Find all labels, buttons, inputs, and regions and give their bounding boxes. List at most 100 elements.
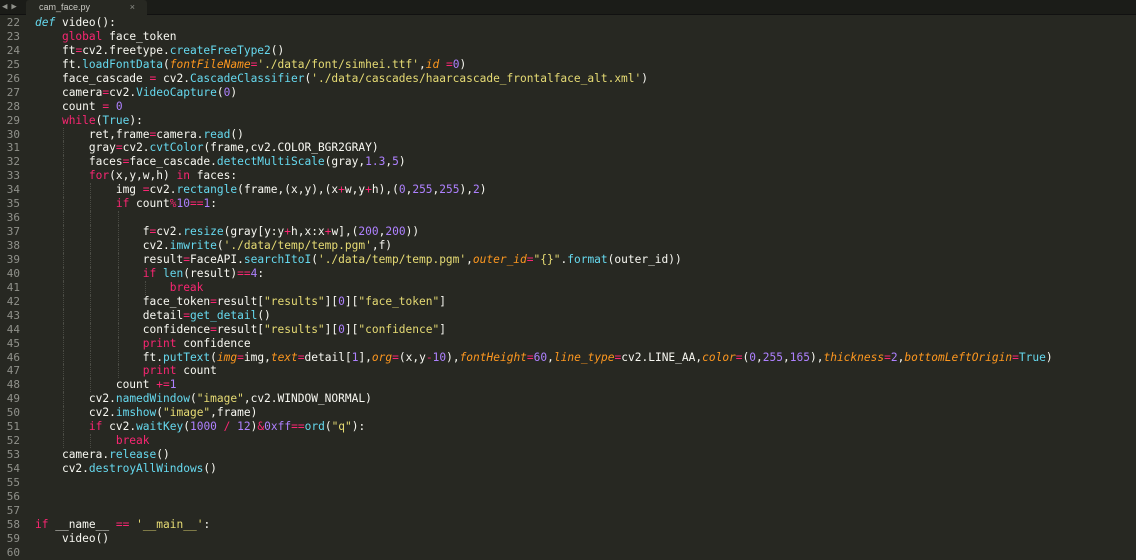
code-token: = — [526, 252, 534, 266]
code-line[interactable]: 52 break — [0, 434, 1136, 449]
code-token: ( — [210, 350, 217, 364]
tab-bar: ◀ ▶ cam_face.py × — [0, 0, 1136, 15]
code-token: "confidence" — [358, 322, 440, 336]
code-line[interactable]: 58 if __name__ == '__main__': — [0, 518, 1136, 532]
code-line[interactable]: 40 if len(result)==4: — [0, 266, 1136, 281]
code-line[interactable]: 60 — [0, 546, 1136, 560]
indent-guide — [117, 252, 119, 267]
code-token: (): — [95, 16, 116, 29]
code-line[interactable]: 46 ft.putText(img=img,text=detail[1],org… — [0, 350, 1136, 365]
code-token: ][ — [344, 322, 359, 336]
code-token: 0 — [115, 99, 123, 113]
code-token: org — [371, 350, 393, 364]
indent-guide — [62, 294, 64, 309]
code-line[interactable]: 50 cv2.imshow("image",frame) — [0, 406, 1136, 421]
code-line[interactable]: 42 face_token=result["results"][0]["face… — [0, 294, 1136, 309]
code-line[interactable]: 54 cv2.destroyAllWindows() — [0, 462, 1136, 476]
line-number: 26 — [6, 71, 20, 85]
code-line[interactable]: 49 cv2.namedWindow("image",cv2.WINDOW_NO… — [0, 392, 1136, 407]
code-token: (x,y — [398, 350, 426, 364]
code-line[interactable]: 29 while(True): — [0, 114, 1136, 128]
code-line[interactable]: 25 ft.loadFontData(fontFileName = './data/… — [0, 58, 1136, 72]
code-line[interactable]: 39 result=FaceAPI.searchItoI('./data/tem… — [0, 252, 1136, 267]
code-token: fontFileName — [169, 57, 251, 71]
code-line[interactable]: 47 print count — [0, 364, 1136, 379]
code-line[interactable]: 51 if cv2.waitKey(1000 / 12)&0xff==ord("… — [0, 420, 1136, 435]
code-line[interactable]: 43 detail=get_detail() — [0, 308, 1136, 323]
code-line[interactable]: 41 break — [0, 280, 1136, 295]
code-token: ( — [216, 85, 224, 99]
code-text: break — [35, 434, 150, 448]
chevron-right-icon[interactable]: ▶ — [11, 0, 16, 14]
code-token: cv2. — [149, 183, 177, 197]
code-line[interactable]: 23 global face_token — [0, 30, 1136, 44]
code-token: if — [115, 197, 130, 211]
code-token: release — [109, 448, 157, 462]
code-line[interactable]: 30 ret,frame=camera.read() — [0, 127, 1136, 142]
indent-guide — [62, 197, 64, 212]
code-line[interactable]: 33 for(x,y,w,h) in faces: — [0, 169, 1136, 184]
indent-guide — [62, 225, 64, 239]
code-token: camera. — [156, 127, 204, 141]
code-editor[interactable]: 22 def video(): 23 global face_token 24 ft=… — [0, 16, 1136, 560]
code-line[interactable]: 38 cv2.imwrite('./data/temp/temp.pgm',f) — [0, 239, 1136, 253]
code-line[interactable]: 26 face_cascade = cv2.CascadeClassifier(… — [0, 72, 1136, 86]
code-line[interactable]: 37 f=cv2.resize(gray[y:y+h,x:x+w],(200,2… — [0, 225, 1136, 239]
code-line[interactable]: 28 count = 0 — [0, 100, 1136, 114]
code-line[interactable]: 44 confidence=result["results"][0]["conf… — [0, 322, 1136, 337]
code-token: "face_token" — [358, 294, 440, 308]
chevron-left-icon[interactable]: ◀ — [2, 0, 7, 14]
tab-navigation: ◀ ▶ — [2, 0, 17, 14]
indent-guide — [117, 280, 119, 295]
indent-guide — [62, 127, 64, 142]
code-line[interactable]: 35 if count%10==1: — [0, 197, 1136, 212]
code-line[interactable]: 32 faces=face_cascade.detectMultiScale(g… — [0, 155, 1136, 170]
code-token: cv2. — [88, 406, 116, 420]
code-token: 255 — [439, 183, 460, 197]
code-token: , — [547, 350, 554, 364]
code-line[interactable]: 57 — [0, 504, 1136, 518]
code-token: ,f) — [371, 239, 393, 252]
close-icon[interactable]: × — [130, 2, 135, 12]
code-text: cv2.destroyAllWindows() — [35, 462, 217, 476]
code-token: count — [61, 99, 103, 113]
code-token: detail[ — [304, 350, 352, 364]
code-token: gray — [88, 141, 116, 155]
code-text: print confidence — [35, 337, 251, 351]
code-text: f=cv2.resize(gray[y:y+h,x:x+w],(200,200)… — [35, 225, 419, 239]
indent-guide — [117, 225, 119, 239]
code-line[interactable]: 56 — [0, 490, 1136, 504]
code-line[interactable]: 34 img =cv2.rectangle(frame,(x,y),(x+w,y… — [0, 183, 1136, 198]
code-line[interactable]: 59 video() — [0, 532, 1136, 546]
indent-guide — [62, 280, 64, 295]
indent-guide — [62, 364, 64, 379]
code-line[interactable]: 24 ft=cv2.freetype.createFreeType2() — [0, 44, 1136, 58]
tab-cam-face-py[interactable]: cam_face.py × — [26, 0, 147, 15]
code-line[interactable]: 36 — [0, 211, 1136, 226]
code-line[interactable]: 31 gray=cv2.cvtColor(frame,cv2.COLOR_BGR… — [0, 141, 1136, 156]
code-line[interactable]: 22 def video(): — [0, 16, 1136, 30]
indent-guide — [62, 308, 64, 323]
code-token: True — [102, 113, 130, 127]
indent-guide — [62, 378, 64, 393]
line-number: 39 — [6, 252, 20, 266]
code-token: ) — [398, 155, 406, 169]
code-token: resize — [183, 225, 224, 239]
code-token: (frame,(x,y),(x — [237, 183, 339, 197]
code-line[interactable]: 27 camera=cv2.VideoCapture(0) — [0, 86, 1136, 100]
line-number: 35 — [6, 197, 20, 211]
tab-title: cam_face.py — [39, 2, 91, 12]
code-line[interactable]: 48 count +=1 — [0, 378, 1136, 393]
code-line[interactable]: 53 camera.release() — [0, 448, 1136, 462]
code-token: w],( — [331, 225, 359, 239]
indent-guide — [90, 434, 92, 449]
code-token: cv2.LINE_AA, — [621, 350, 703, 364]
line-number: 47 — [6, 364, 20, 378]
code-token: line_type — [553, 350, 615, 364]
code-token: if — [142, 266, 157, 280]
code-line[interactable]: 45 print confidence — [0, 336, 1136, 351]
code-line[interactable]: 55 — [0, 476, 1136, 490]
code-token: (outer_id)) — [607, 252, 682, 266]
